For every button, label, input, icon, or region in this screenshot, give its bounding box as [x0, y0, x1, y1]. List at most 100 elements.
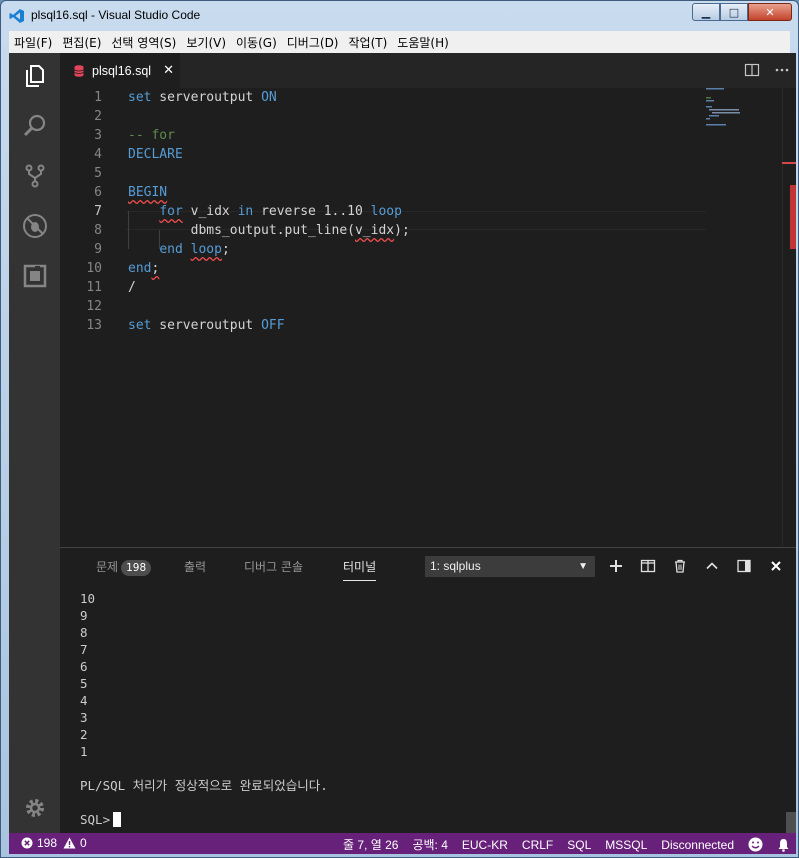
split-editor-icon[interactable]: [744, 62, 760, 78]
terminal-line: 4: [80, 693, 88, 708]
line-number: 6: [94, 185, 102, 200]
panel-tabs: 문제 198 출력 디버그 콘솔 터미널 1: sqlplus ▼: [60, 548, 796, 584]
line-number: 3: [94, 128, 102, 143]
extensions-icon[interactable]: [22, 263, 48, 289]
code-line[interactable]: 10 end;: [60, 259, 710, 278]
menu-tasks[interactable]: 작업(T): [344, 34, 393, 51]
menu-bar: 파일(F) 편집(E) 선택 영역(S) 보기(V) 이동(G) 디버그(D) …: [9, 31, 790, 53]
feedback-smiley-icon[interactable]: [748, 837, 763, 852]
files-icon[interactable]: [22, 63, 48, 89]
code-text: DECLARE: [128, 147, 183, 162]
code-text: /: [128, 280, 136, 295]
line-number: 7: [94, 204, 102, 219]
cursor-position[interactable]: 줄 7, 열 26: [343, 836, 398, 853]
terminal-line: 3: [80, 710, 88, 725]
menu-edit[interactable]: 편집(E): [57, 34, 106, 51]
code-text: BEGIN: [128, 185, 168, 200]
line-number: 8: [94, 223, 102, 238]
tab-terminal[interactable]: 터미널: [343, 558, 377, 581]
close-tab-icon[interactable]: ✕: [163, 63, 174, 78]
new-terminal-icon[interactable]: [608, 558, 624, 574]
workbench: plsql16.sql ✕ 1 set serveroutput ON 2 3 -- f…: [9, 53, 796, 834]
code-line[interactable]: 7 for v_idx in reverse 1..10 loop: [60, 202, 710, 221]
code-text: end;: [128, 261, 160, 276]
code-line[interactable]: 4 DECLARE: [60, 145, 710, 164]
bottom-panel: 문제 198 출력 디버그 콘솔 터미널 1: sqlplus ▼ 10 9 8…: [60, 547, 796, 834]
language-mode[interactable]: SQL: [567, 838, 591, 852]
database-file-icon: [74, 64, 84, 77]
error-marker: [790, 185, 796, 249]
line-number: 1: [94, 90, 102, 105]
code-text: dbms_output.put_line(v_idx);: [128, 223, 410, 238]
minimize-button[interactable]: ▁: [692, 3, 720, 21]
tab-output[interactable]: 출력: [184, 558, 206, 575]
menu-help[interactable]: 도움말(H): [392, 34, 454, 51]
connection-status[interactable]: Disconnected: [661, 838, 734, 852]
minimap[interactable]: [706, 88, 766, 128]
terminal-scrollbar[interactable]: [786, 812, 796, 834]
line-number: 4: [94, 147, 102, 162]
problems-status[interactable]: 198 0: [21, 836, 87, 850]
toggle-panel-position-icon[interactable]: [736, 558, 752, 574]
editor-scrollbar[interactable]: [782, 88, 796, 546]
warning-count: 0: [80, 836, 87, 850]
code-line[interactable]: 13 set serveroutput OFF: [60, 316, 710, 335]
terminal-select[interactable]: 1: sqlplus ▼: [425, 556, 595, 577]
trash-icon[interactable]: [672, 558, 688, 574]
editor-tabs: plsql16.sql ✕: [60, 53, 796, 88]
code-line[interactable]: 9 end loop;: [60, 240, 710, 259]
bell-icon[interactable]: [777, 838, 790, 852]
code-line[interactable]: 12: [60, 297, 710, 316]
terminal-line: 7: [80, 642, 88, 657]
settings-gear-icon[interactable]: [22, 795, 48, 821]
tab-problems[interactable]: 문제 198: [96, 558, 152, 576]
more-actions-icon[interactable]: [774, 62, 790, 78]
terminal-select-value: 1: sqlplus: [430, 559, 481, 573]
error-icon: [21, 837, 33, 849]
code-editor[interactable]: 1 set serveroutput ON 2 3 -- for 4 DECLARE 5 6 BE…: [60, 88, 796, 546]
vscode-window: plsql16.sql - Visual Studio Code ▁ □ ✕ 파…: [0, 0, 799, 858]
split-terminal-icon[interactable]: [640, 558, 656, 574]
line-number: 12: [86, 299, 102, 314]
eol-status[interactable]: CRLF: [522, 838, 553, 852]
line-number: 2: [94, 109, 102, 124]
tab-plsql16[interactable]: plsql16.sql ✕: [60, 53, 180, 88]
tab-debug-console[interactable]: 디버그 콘솔: [244, 558, 303, 575]
source-control-icon[interactable]: [22, 163, 48, 189]
code-line[interactable]: 2: [60, 107, 710, 126]
code-line[interactable]: 5: [60, 164, 710, 183]
code-line[interactable]: 6 BEGIN: [60, 183, 710, 202]
terminal-prompt[interactable]: SQL>: [80, 811, 122, 828]
title-bar: plsql16.sql - Visual Studio Code ▁ □ ✕: [1, 1, 798, 31]
menu-selection[interactable]: 선택 영역(S): [106, 34, 181, 51]
menu-debug[interactable]: 디버그(D): [282, 34, 344, 51]
code-line[interactable]: 1 set serveroutput ON: [60, 88, 710, 107]
error-count: 198: [37, 836, 58, 850]
maximize-button[interactable]: □: [720, 3, 748, 21]
debug-icon[interactable]: [22, 213, 48, 239]
indentation-status[interactable]: 공백: 4: [412, 836, 447, 853]
code-line[interactable]: 8 dbms_output.put_line(v_idx);: [60, 221, 710, 240]
chevron-up-icon[interactable]: [704, 558, 720, 574]
terminal-line: PL/SQL 처리가 정상적으로 완료되었습니다.: [80, 778, 328, 793]
line-number: 11: [86, 280, 102, 295]
menu-view[interactable]: 보기(V): [181, 34, 231, 51]
terminal-line: 1: [80, 744, 88, 759]
window-title: plsql16.sql - Visual Studio Code: [31, 8, 201, 22]
terminal-line: 9: [80, 608, 88, 623]
code-text: for v_idx in reverse 1..10 loop: [159, 204, 402, 219]
code-text: -- for: [128, 128, 175, 143]
encoding-status[interactable]: EUC-KR: [462, 838, 508, 852]
code-line[interactable]: 3 -- for: [60, 126, 710, 145]
menu-go[interactable]: 이동(G): [231, 34, 282, 51]
line-number: 13: [86, 318, 102, 333]
close-window-button[interactable]: ✕: [748, 3, 792, 21]
code-line[interactable]: 11 /: [60, 278, 710, 297]
connection-type[interactable]: MSSQL: [605, 838, 647, 852]
menu-file[interactable]: 파일(F): [9, 34, 57, 51]
close-panel-icon[interactable]: [768, 558, 784, 574]
search-icon[interactable]: [22, 113, 48, 139]
terminal-line: 6: [80, 659, 88, 674]
warning-icon: [63, 837, 76, 849]
line-number: 5: [94, 166, 102, 181]
